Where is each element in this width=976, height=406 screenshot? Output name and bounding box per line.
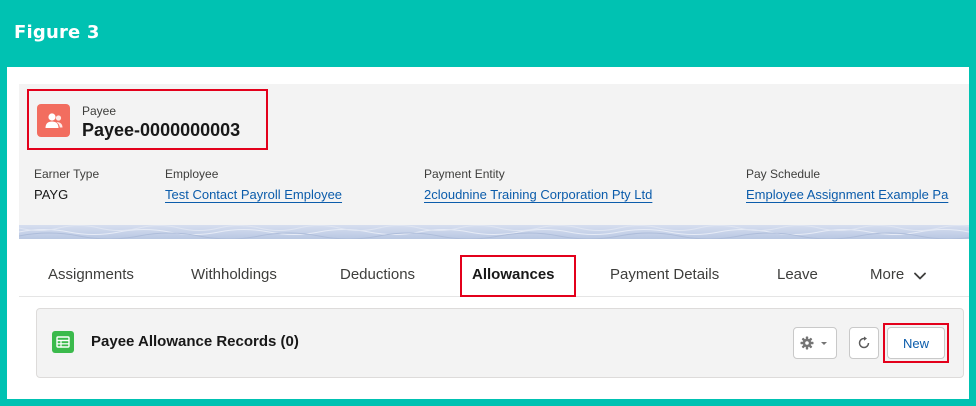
figure-title: Figure 3 xyxy=(14,22,100,43)
salesforce-record-page: Payee Payee-0000000003 Earner Type PAYG … xyxy=(7,67,969,399)
field-label: Pay Schedule xyxy=(746,167,821,181)
list-settings-button[interactable] xyxy=(793,327,837,359)
decorative-wave-band xyxy=(19,225,969,239)
field-payment-entity: Payment Entity 2cloudnine Training Corpo… xyxy=(424,167,652,202)
tab-deductions[interactable]: Deductions xyxy=(340,266,415,283)
tab-leave[interactable]: Leave xyxy=(777,266,818,283)
related-list-title[interactable]: Payee Allowance Records (0) xyxy=(91,333,299,350)
tab-payment-details[interactable]: Payment Details xyxy=(610,266,719,283)
record-title-highlight: Payee Payee-0000000003 xyxy=(27,89,268,150)
employee-link[interactable]: Test Contact Payroll Employee xyxy=(165,187,342,202)
gear-icon xyxy=(800,336,827,350)
refresh-button[interactable] xyxy=(849,327,879,359)
new-button[interactable]: New xyxy=(887,327,945,359)
field-pay-schedule: Pay Schedule Employee Assignment Example… xyxy=(746,167,948,202)
contact-user-icon xyxy=(37,104,70,137)
table-icon xyxy=(52,331,74,353)
pay-schedule-link[interactable]: Employee Assignment Example Pa xyxy=(746,187,948,202)
related-list-card: Payee Allowance Records (0) New xyxy=(36,308,964,378)
refresh-icon xyxy=(858,336,870,349)
figure-frame: Figure 3 Payee Payee-0000000003 Earner T… xyxy=(0,0,976,406)
tab-more-label: More xyxy=(870,266,905,283)
record-name: Payee-0000000003 xyxy=(82,120,241,140)
chevron-down-icon xyxy=(914,267,927,284)
field-earner-type: Earner Type PAYG xyxy=(34,167,99,202)
field-value: PAYG xyxy=(34,187,69,202)
tab-assignments[interactable]: Assignments xyxy=(48,266,134,283)
object-type-label: Payee xyxy=(82,104,117,118)
tab-more[interactable]: More xyxy=(870,266,927,284)
tab-withholdings[interactable]: Withholdings xyxy=(191,266,277,283)
highlights-fields: Earner Type PAYG Employee Test Contact P… xyxy=(19,167,969,207)
field-employee: Employee Test Contact Payroll Employee xyxy=(165,167,342,202)
payment-entity-link[interactable]: 2cloudnine Training Corporation Pty Ltd xyxy=(424,187,652,202)
record-tabs: Assignments Withholdings Deductions Allo… xyxy=(19,255,969,297)
tab-allowances[interactable]: Allowances xyxy=(472,266,555,283)
record-header: Payee Payee-0000000003 Earner Type PAYG … xyxy=(19,84,969,239)
field-label: Payment Entity xyxy=(424,167,505,181)
field-label: Employee xyxy=(165,167,219,181)
field-label: Earner Type xyxy=(34,167,100,181)
